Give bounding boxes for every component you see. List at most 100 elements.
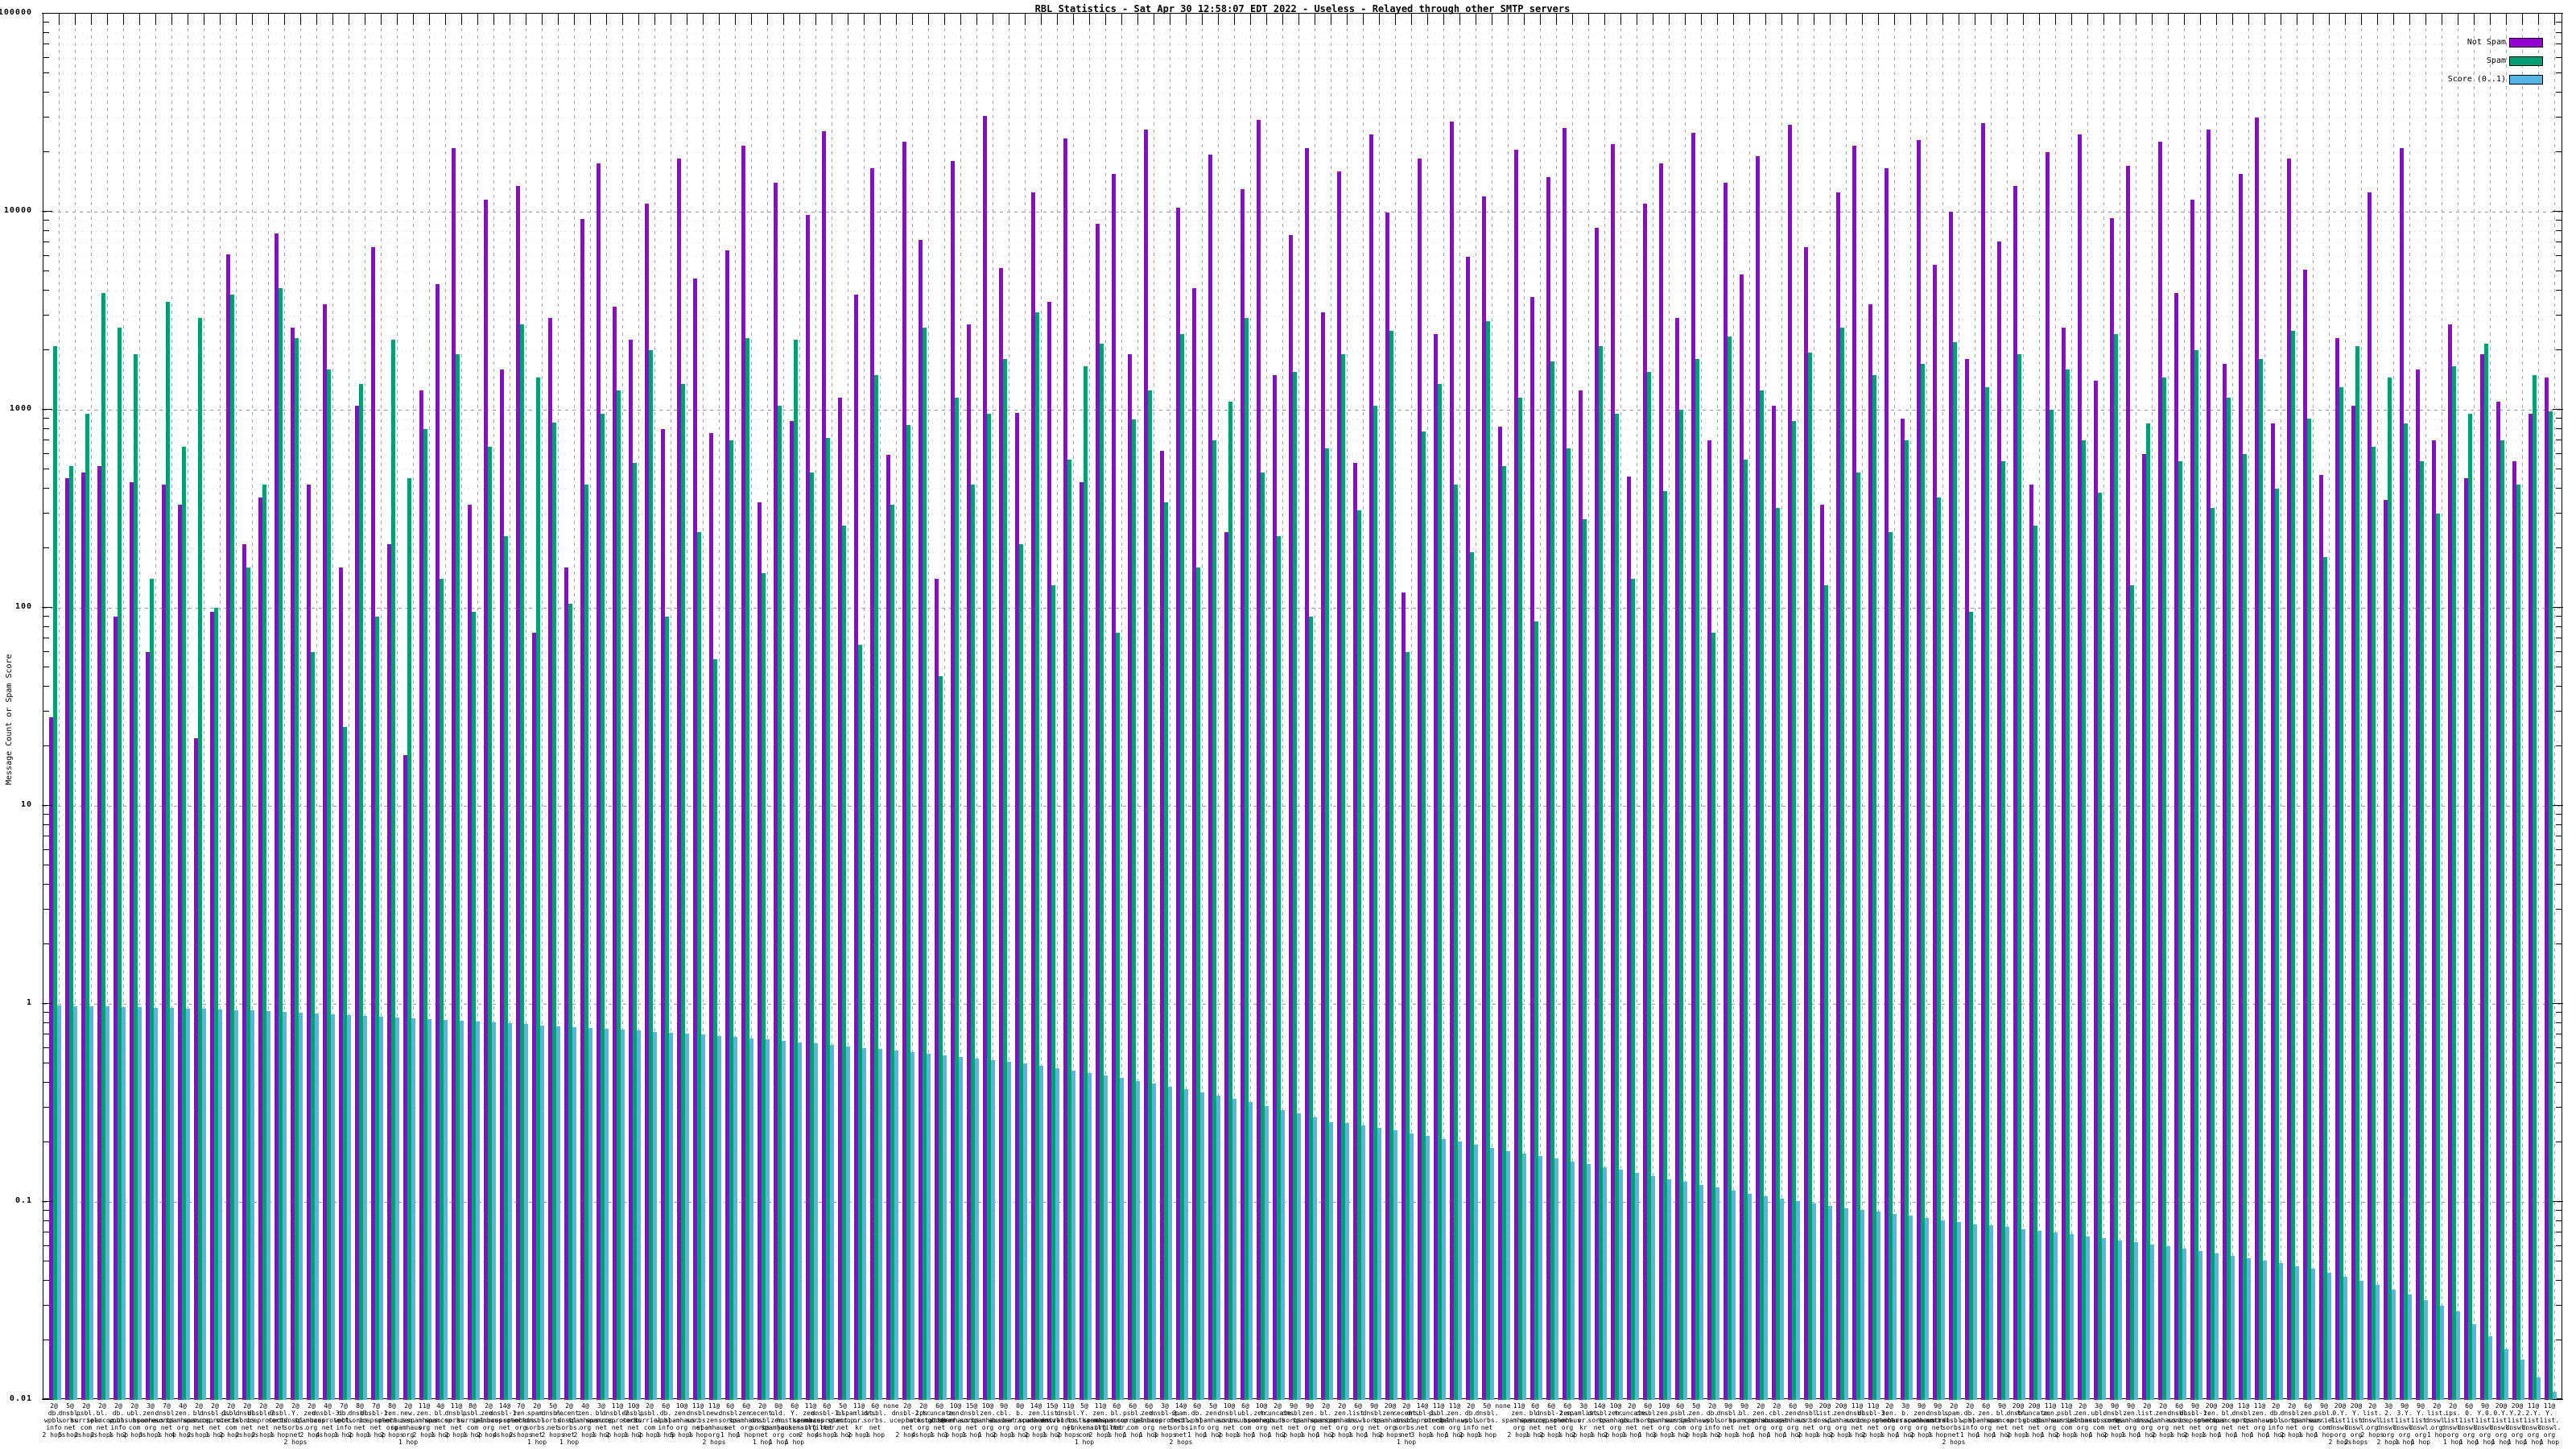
top-tick [815, 14, 816, 25]
score-bar [540, 1026, 544, 1400]
score-bar [766, 1039, 770, 1400]
y-minor-tick-right [2556, 943, 2562, 944]
grid-vline [2474, 14, 2475, 1398]
top-tick [1411, 14, 1412, 25]
top-tick [1508, 14, 1509, 25]
top-tick [654, 14, 655, 25]
top-tick [477, 14, 478, 25]
score-bar [1136, 1081, 1140, 1400]
score-bar [1232, 1099, 1236, 1400]
y-minor-tick-right [2556, 255, 2562, 256]
top-tick [284, 14, 285, 25]
y-minor-tick-left [43, 616, 49, 617]
top-tick [638, 14, 639, 25]
top-tick [397, 14, 398, 25]
spam-bar [2533, 375, 2537, 1400]
score-bar [653, 1032, 657, 1400]
grid-vline [1942, 14, 1943, 1398]
top-tick [2538, 14, 2539, 25]
top-tick [542, 14, 543, 25]
top-tick [1282, 14, 1283, 25]
top-tick [493, 14, 494, 25]
score-bar [1313, 1117, 1317, 1400]
spam-bar [2468, 414, 2472, 1400]
top-tick [1846, 14, 1847, 25]
top-tick [1025, 14, 1026, 25]
top-tick [2409, 14, 2410, 25]
y-tick-label-text: 0.1 [15, 1196, 32, 1205]
y-minor-tick-left [43, 43, 49, 44]
y-minor-tick-left [43, 270, 49, 271]
grid-vline [1894, 14, 1895, 1398]
grid-vline [1862, 14, 1863, 1398]
score-bar [2537, 1377, 2541, 1400]
top-tick [799, 14, 800, 25]
score-bar [2279, 1263, 2283, 1400]
top-tick [1926, 14, 1927, 25]
score-bar [927, 1054, 931, 1400]
top-tick [1395, 14, 1396, 25]
y-minor-tick-right [2556, 22, 2562, 23]
score-bar [2295, 1266, 2299, 1400]
grid-vline [2361, 14, 2362, 1398]
score-bar [1876, 1212, 1880, 1400]
score-bar [878, 1049, 882, 1400]
y-minor-tick-left [43, 1012, 49, 1013]
top-tick [1749, 14, 1750, 25]
top-tick [1347, 14, 1348, 25]
score-bar [910, 1052, 914, 1400]
y-minor-tick-left [43, 418, 49, 419]
score-bar [556, 1026, 560, 1400]
top-tick [2264, 14, 2265, 25]
grid-vline [2023, 14, 2024, 1398]
score-bar [476, 1022, 480, 1400]
score-bar [733, 1037, 737, 1400]
y-minor-tick-right [2556, 1047, 2562, 1048]
y-minor-tick-right [2556, 1107, 2562, 1108]
x-tick-label-line: net [1469, 1424, 1505, 1431]
top-tick [1459, 14, 1460, 25]
y-tick-label-text: 0.01 [10, 1394, 32, 1403]
top-tick [2506, 14, 2507, 25]
score-bar [1893, 1214, 1897, 1400]
y-minor-tick-right [2556, 1305, 2562, 1306]
top-tick [1121, 14, 1122, 25]
spam-bar [2355, 346, 2359, 1400]
y-minor-tick-left [43, 1210, 49, 1211]
score-bar [2150, 1245, 2154, 1400]
x-tick-label-line: 1 hop [857, 1431, 893, 1439]
spam-bar [2291, 331, 2295, 1400]
top-tick [1089, 14, 1090, 25]
x-tick-label-line: net [857, 1424, 893, 1431]
top-tick [2554, 14, 2555, 25]
top-tick [767, 14, 768, 25]
score-bar [1506, 1151, 1510, 1400]
score-bar [669, 1033, 673, 1400]
score-bar [460, 1021, 464, 1400]
legend-label-not-spam: Not Spam [2467, 38, 2506, 47]
top-tick [735, 14, 736, 25]
score-bar [315, 1013, 319, 1400]
legend-swatch-score [2509, 75, 2543, 85]
top-tick [590, 14, 591, 25]
top-tick [1379, 14, 1380, 25]
y-tick-label-text: 1 [27, 998, 32, 1007]
top-tick [912, 14, 913, 25]
top-tick [2023, 14, 2024, 25]
spam-bar [2549, 411, 2553, 1400]
y-minor-tick-right [2556, 488, 2562, 489]
score-bar [89, 1006, 93, 1400]
score-bar [1249, 1102, 1253, 1400]
top-tick [622, 14, 623, 25]
grid-vline [2248, 14, 2249, 1398]
x-tick-label-line: 2 hops [1936, 1439, 1971, 1446]
score-bar [1104, 1075, 1108, 1400]
spam-bar [2420, 461, 2424, 1400]
top-tick [896, 14, 897, 25]
score-bar [1377, 1128, 1381, 1400]
y-minor-tick-right [2556, 32, 2562, 33]
grid-vline [1926, 14, 1927, 1398]
spam-bar [2372, 447, 2376, 1400]
y-major-tick-right [2553, 211, 2563, 212]
y-minor-tick-left [43, 745, 49, 746]
